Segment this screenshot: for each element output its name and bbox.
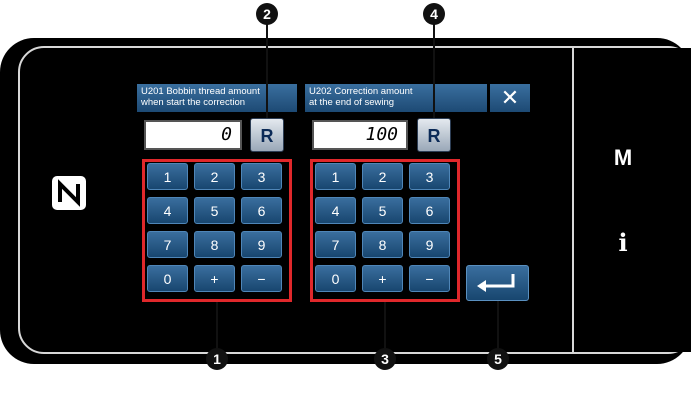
m-button[interactable]: M	[603, 145, 643, 171]
keypad2-key-minus[interactable]: −	[409, 265, 450, 292]
callout-line-5	[497, 301, 499, 348]
info-button[interactable]: i	[603, 228, 643, 257]
enter-icon	[477, 274, 515, 292]
bobbin-amount-display: 0	[144, 120, 242, 150]
field-header-u201-line1: U201 Bobbin thread amount	[141, 86, 260, 97]
keypad1-key-2[interactable]: 2	[194, 163, 235, 190]
keypad2-key-9[interactable]: 9	[409, 231, 450, 258]
keypad2-key-6[interactable]: 6	[409, 197, 450, 224]
reset-button-u202[interactable]: R	[417, 118, 451, 152]
marker-3: 3	[374, 348, 396, 370]
field-header-u202-line1: U202 Correction amount	[309, 86, 413, 97]
marker-4: 4	[423, 3, 445, 25]
keypad2-key-0[interactable]: 0	[315, 265, 356, 292]
keypad2-key-plus[interactable]: +	[362, 265, 403, 292]
keypad1-key-8[interactable]: 8	[194, 231, 235, 258]
keypad1-key-minus[interactable]: −	[241, 265, 282, 292]
keypad1-key-1[interactable]: 1	[147, 163, 188, 190]
field-header-u201: U201 Bobbin thread amount when start the…	[137, 84, 297, 112]
keypad1-key-9[interactable]: 9	[241, 231, 282, 258]
keypad1-key-6[interactable]: 6	[241, 197, 282, 224]
field-header-u202-line2: at the end of sewing	[309, 97, 395, 108]
field-header-u202: U202 Correction amount at the end of sew…	[305, 84, 487, 112]
marker-5: 5	[487, 348, 509, 370]
keypad2-key-7[interactable]: 7	[315, 231, 356, 258]
reset-button-u201[interactable]: R	[250, 118, 284, 152]
callout-line-1	[216, 302, 218, 348]
side-panel	[572, 48, 691, 352]
keypad1-key-0[interactable]: 0	[147, 265, 188, 292]
keypad2-key-3[interactable]: 3	[409, 163, 450, 190]
keypad2-key-8[interactable]: 8	[362, 231, 403, 258]
callout-line-3	[384, 302, 386, 348]
keypad1-key-plus[interactable]: +	[194, 265, 235, 292]
callout-line-4	[433, 24, 435, 118]
keypad1-key-5[interactable]: 5	[194, 197, 235, 224]
correction-amount-display: 100	[312, 120, 408, 150]
keypad2-key-1[interactable]: 1	[315, 163, 356, 190]
enter-button[interactable]	[466, 265, 529, 301]
keypad2-key-5[interactable]: 5	[362, 197, 403, 224]
keypad1-key-3[interactable]: 3	[241, 163, 282, 190]
nfc-icon	[52, 176, 86, 210]
keypad2-key-4[interactable]: 4	[315, 197, 356, 224]
marker-2: 2	[256, 3, 278, 25]
marker-1: 1	[206, 348, 228, 370]
callout-line-2	[266, 24, 268, 118]
keypad2-key-2[interactable]: 2	[362, 163, 403, 190]
keypad1-key-4[interactable]: 4	[147, 197, 188, 224]
keypad1-key-7[interactable]: 7	[147, 231, 188, 258]
field-header-u201-line2: when start the correction	[141, 97, 246, 108]
close-button[interactable]: ✕	[490, 84, 530, 112]
